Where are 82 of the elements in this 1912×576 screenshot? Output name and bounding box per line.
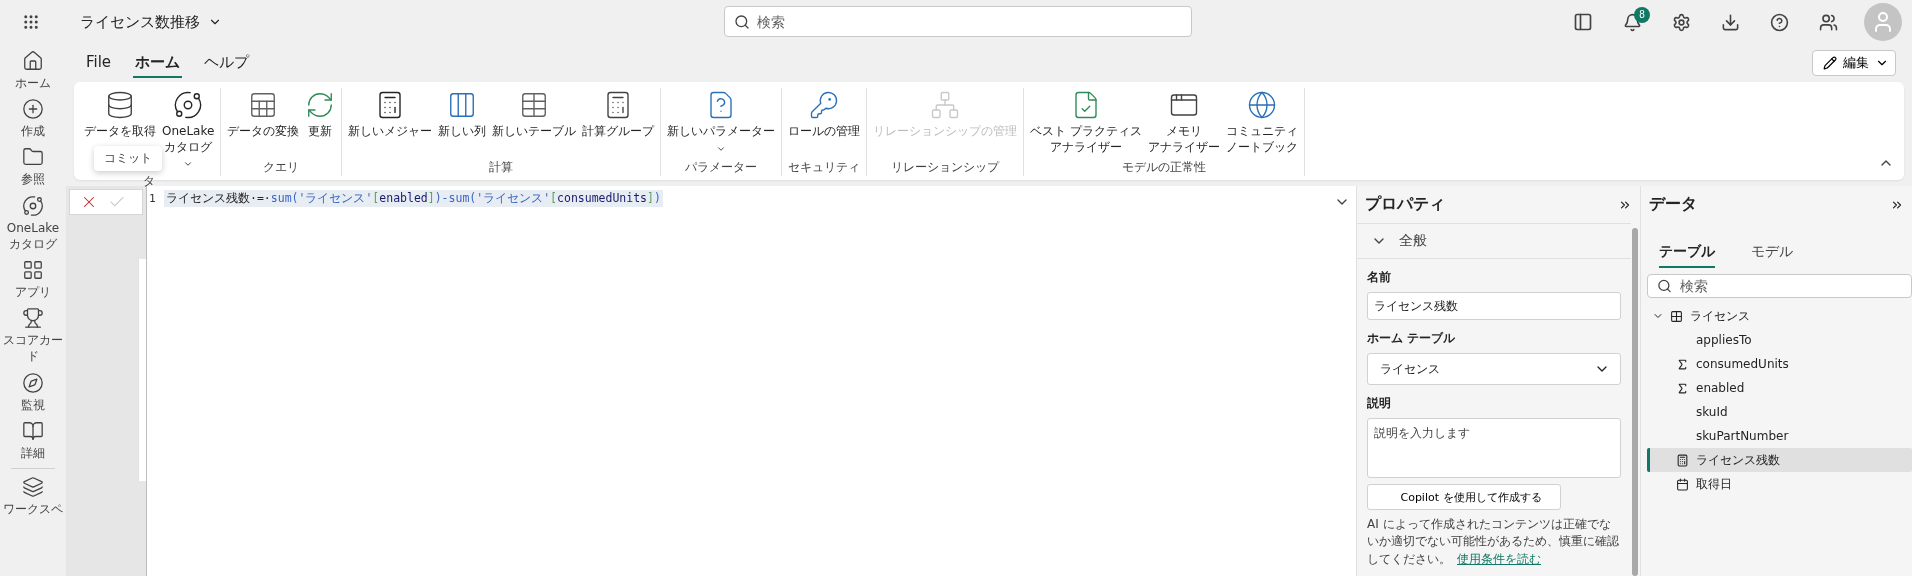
report-title[interactable]: ライセンス数推移 [76, 8, 226, 36]
nav-item[interactable]: 参照 [1, 144, 65, 190]
database-icon [105, 90, 135, 120]
apps-icon [22, 258, 44, 281]
ribbon-button[interactable]: OneLake カタログ [160, 88, 217, 172]
data-tab[interactable]: モデル [1751, 241, 1793, 268]
group-label: タ [142, 173, 157, 191]
ribbon-button[interactable]: 新しいテーブル [490, 88, 579, 157]
compass-icon [22, 371, 44, 394]
notification-badge: 8 [1634, 6, 1650, 23]
calendar-icon [1676, 477, 1689, 491]
edit-button[interactable]: 編集 [1812, 50, 1896, 76]
calculator-icon [1676, 453, 1689, 467]
terms-link[interactable]: 使用条件を読む [1457, 551, 1541, 566]
globe-icon [1247, 90, 1278, 120]
copilot-button[interactable]: Copilot を使用して作成する [1367, 484, 1561, 510]
ribbon-button[interactable]: データの変換 [225, 88, 302, 157]
orbit-icon [173, 90, 204, 120]
ribbon-tab[interactable]: ホーム [133, 48, 183, 78]
table-icon [1670, 309, 1683, 323]
description-field[interactable]: 説明を入力します [1367, 418, 1621, 478]
home-icon [22, 50, 44, 72]
disclaimer-text: AI によって作成されたコンテンツは正確でないか適切でない可能性があるため、慎重に確認してください。 使用条件を読む [1367, 516, 1620, 568]
ribbon-button[interactable]: 新しいパラメーター [665, 88, 778, 157]
ribbon-button[interactable]: ロールの管理 [786, 88, 863, 157]
line-number: 1 [149, 191, 157, 205]
ribbon-button[interactable]: 新しい列 [436, 88, 489, 157]
group-label: セキュリティ [787, 159, 862, 176]
panel-title: プロパティ [1365, 194, 1445, 215]
nav-item[interactable]: ホーム [1, 48, 65, 94]
ribbon-button[interactable]: 更新 [303, 88, 338, 157]
group-label: 計算 [488, 159, 515, 176]
network-icon [930, 90, 961, 120]
tree-item[interactable]: skuPartNumber [1647, 424, 1912, 448]
nav-item[interactable]: OneLake カタログ [1, 192, 65, 254]
search-field[interactable]: 検索 [1647, 274, 1912, 298]
plus-icon [22, 98, 44, 121]
orbit-icon [22, 194, 44, 217]
name-field[interactable]: ライセンス残数 [1367, 292, 1621, 320]
search-icon [734, 13, 750, 30]
pencil-icon [1823, 56, 1837, 70]
group-label: クエリ [262, 159, 301, 176]
tree-item[interactable]: appliesTo [1647, 328, 1912, 352]
key-icon [809, 90, 840, 120]
group-label: パラメーター [684, 159, 759, 176]
tree-item[interactable]: skuId [1647, 400, 1912, 424]
tooltip: コミット [94, 146, 162, 171]
trophy-icon [22, 307, 44, 330]
field-label: ホーム テーブル [1367, 330, 1457, 347]
ribbon-button[interactable]: ベスト プラクティス アナライザー [1028, 88, 1145, 158]
ribbon-button[interactable]: メモリ アナライザー [1146, 88, 1223, 158]
ribbon-button[interactable]: 計算グループ [580, 88, 657, 157]
nav-item[interactable]: 作成 [1, 96, 65, 142]
stack-icon [22, 475, 44, 498]
tree-item[interactable]: 取得日 [1647, 472, 1912, 496]
panel-title: データ [1649, 194, 1697, 215]
tree-item[interactable]: enabled [1647, 376, 1912, 400]
field-label: 説明 [1367, 395, 1392, 412]
search-icon [1657, 278, 1672, 294]
ribbon-button[interactable]: 新しいメジャー [346, 88, 435, 157]
sigma-icon [1676, 357, 1689, 371]
scrollbar[interactable] [1632, 228, 1638, 576]
section-header[interactable]: 全般 [1357, 223, 1631, 259]
group-label: モデルの正常性 [1121, 159, 1208, 177]
group-label: リレーションシップ [890, 159, 1001, 176]
nav-item[interactable]: 詳細 [1, 417, 65, 463]
data-tab[interactable]: テーブル [1659, 241, 1715, 268]
tree-item[interactable]: ライセンス残数 [1647, 448, 1912, 472]
search-field[interactable]: 検索 [724, 6, 1192, 37]
nav-item[interactable]: スコアカード [1, 305, 65, 367]
nav-item[interactable]: ワークスペ [1, 473, 65, 520]
nav-item[interactable]: アプリ [1, 256, 65, 303]
tree-item[interactable]: ライセンス [1647, 304, 1912, 328]
tree-item[interactable]: consumedUnits [1647, 352, 1912, 376]
field-label: 名前 [1367, 269, 1392, 286]
table-dropdown[interactable]: ライセンス [1367, 353, 1621, 385]
sigma-icon [1676, 381, 1689, 395]
nav-item[interactable]: 監視 [1, 369, 65, 415]
ribbon-tab[interactable]: ヘルプ [202, 48, 252, 78]
ribbon-tab[interactable]: File [84, 49, 114, 77]
ribbon-button[interactable]: コミュニティ ノートブック [1224, 88, 1301, 158]
book-icon [22, 419, 44, 442]
